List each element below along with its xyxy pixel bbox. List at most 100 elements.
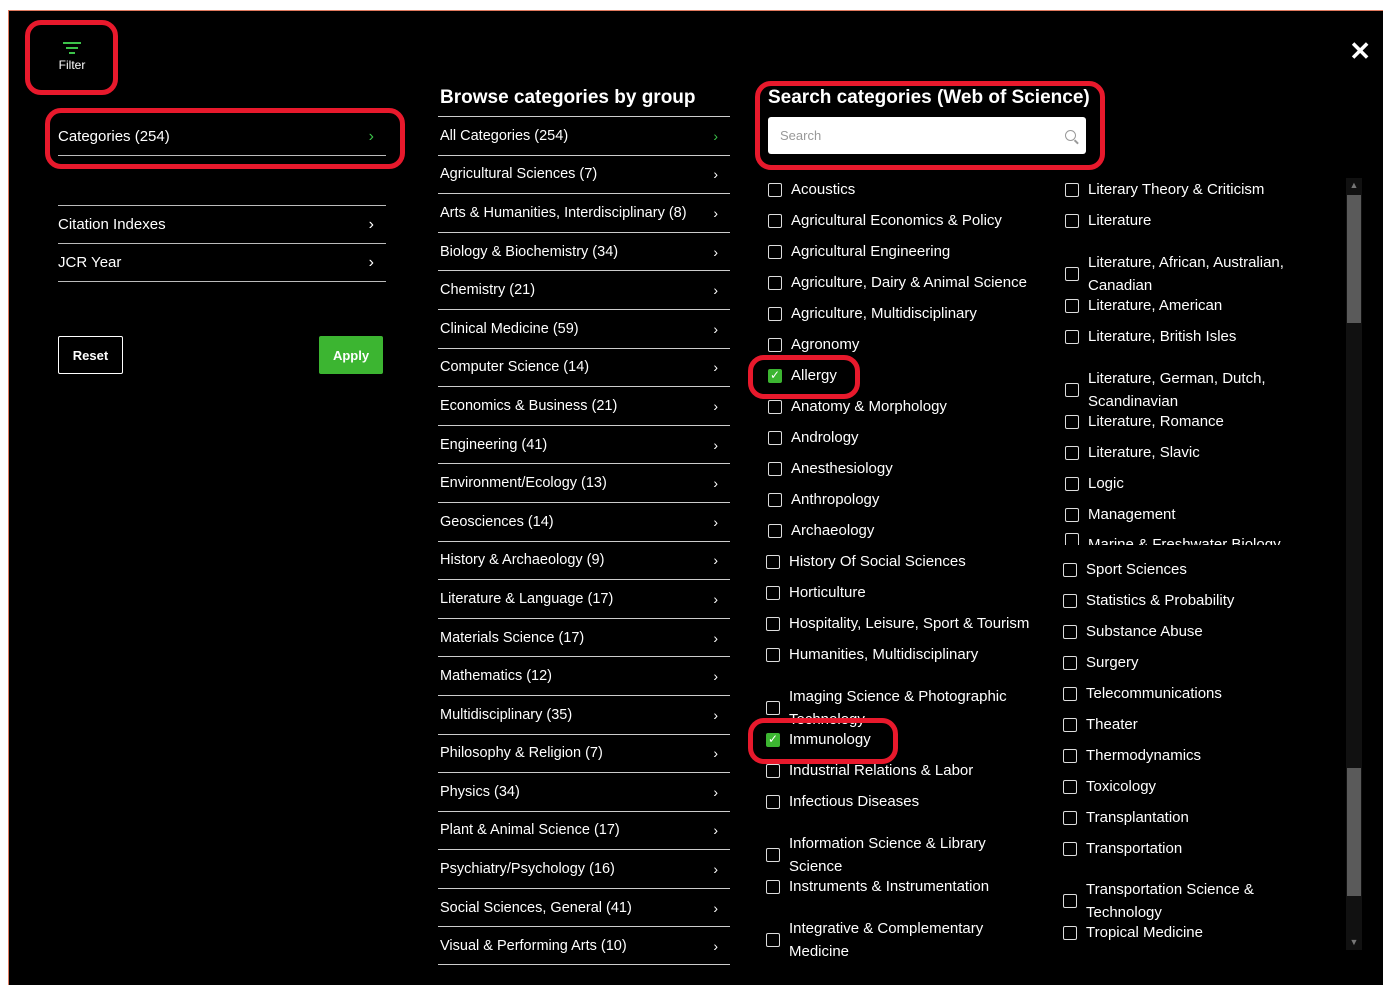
scrollbar-thumb[interactable] xyxy=(1347,195,1361,323)
checkbox-icon[interactable] xyxy=(1063,810,1077,825)
checkbox-icon[interactable] xyxy=(766,794,780,809)
category-checkbox-item[interactable]: History Of Social Sciences xyxy=(766,550,1031,573)
category-checkbox-item[interactable]: Literature, German, Dutch, Scandinavian xyxy=(1065,367,1305,413)
category-checkbox-item[interactable]: Hospitality, Leisure, Sport & Tourism xyxy=(766,612,1031,635)
checkbox-icon[interactable] xyxy=(768,275,782,290)
category-checkbox-item[interactable]: Anthropology xyxy=(768,488,1033,511)
group-item[interactable]: Philosophy & Religion (7) › xyxy=(438,733,730,773)
group-item[interactable]: Computer Science (14) › xyxy=(438,347,730,387)
checkbox-icon[interactable] xyxy=(766,616,780,631)
category-checkbox-item[interactable]: Industrial Relations & Labor xyxy=(766,759,1031,782)
checkbox-icon[interactable] xyxy=(768,337,782,352)
checkbox-icon[interactable] xyxy=(766,848,780,862)
group-item[interactable]: Chemistry (21) › xyxy=(438,270,730,309)
category-checkbox-item[interactable]: Literature, Slavic xyxy=(1065,441,1305,464)
category-checkbox-item[interactable]: Information Science & Library Science xyxy=(766,832,1031,878)
group-item[interactable]: Literature & Language (17) › xyxy=(438,579,730,618)
checkbox-icon[interactable] xyxy=(1063,593,1077,608)
checkbox-icon[interactable] xyxy=(768,182,782,197)
category-checkbox-item[interactable]: Transportation Science & Technology xyxy=(1063,878,1303,924)
group-item[interactable]: Biology & Biochemistry (34) › xyxy=(438,231,730,271)
nav-citation-indexes[interactable]: Citation Indexes › xyxy=(58,206,386,244)
group-item[interactable]: Physics (34) › xyxy=(438,772,730,811)
category-checkbox-item[interactable]: Agriculture, Multidisciplinary xyxy=(768,302,1033,325)
checkbox-checked-icon[interactable]: ✓ xyxy=(766,732,780,747)
category-checkbox-item[interactable]: Andrology xyxy=(768,426,1033,449)
category-checkbox-item[interactable]: Transportation xyxy=(1063,837,1303,860)
checkbox-icon[interactable] xyxy=(1065,414,1079,429)
checkbox-icon[interactable] xyxy=(1063,925,1077,940)
apply-button[interactable]: Apply xyxy=(319,336,383,374)
category-checkbox-item[interactable]: Imaging Science & Photographic Technolog… xyxy=(766,685,1031,731)
checkbox-icon[interactable] xyxy=(1063,655,1077,670)
checkbox-icon[interactable] xyxy=(1063,748,1077,763)
scroll-down-icon[interactable]: ▼ xyxy=(1347,937,1361,947)
group-item[interactable]: Psychiatry/Psychology (16) › xyxy=(438,849,730,888)
checkbox-checked-icon[interactable]: ✓ xyxy=(768,368,782,383)
category-checkbox-item[interactable]: Literary Theory & Criticism xyxy=(1065,178,1305,201)
category-checkbox-item[interactable]: Infectious Diseases xyxy=(766,790,1031,813)
checkbox-icon[interactable] xyxy=(768,461,782,476)
category-checkbox-item[interactable]: Toxicology xyxy=(1063,775,1303,798)
category-checkbox-item[interactable]: Substance Abuse xyxy=(1063,620,1303,643)
checkbox-icon[interactable] xyxy=(1065,213,1079,228)
close-icon[interactable]: ✕ xyxy=(1349,38,1371,64)
category-checkbox-item[interactable]: Sport Sciences xyxy=(1063,558,1303,581)
category-checkbox-item[interactable]: Marine & Freshwater Biology xyxy=(1065,533,1305,545)
checkbox-icon[interactable] xyxy=(768,492,782,507)
group-item[interactable]: Social Sciences, General (41) › xyxy=(438,887,730,927)
group-item[interactable]: Engineering (41) › xyxy=(438,424,730,464)
category-checkbox-item[interactable]: Literature, American xyxy=(1065,294,1305,317)
checkbox-icon[interactable] xyxy=(766,647,780,662)
checkbox-icon[interactable] xyxy=(766,554,780,569)
scrollbar-thumb[interactable] xyxy=(1347,768,1361,896)
category-checkbox-item[interactable]: Archaeology xyxy=(768,519,1033,542)
search-field[interactable] xyxy=(768,117,1086,154)
group-item[interactable]: Clinical Medicine (59) › xyxy=(438,308,730,348)
category-checkbox-item[interactable]: Statistics & Probability xyxy=(1063,589,1303,612)
checkbox-icon[interactable] xyxy=(768,430,782,445)
checkbox-icon[interactable] xyxy=(1063,562,1077,577)
category-checkbox-item[interactable]: ✓ Immunology xyxy=(766,728,1031,751)
checkbox-icon[interactable] xyxy=(1063,779,1077,794)
category-checkbox-item[interactable]: Agricultural Economics & Policy xyxy=(768,209,1033,232)
category-checkbox-item[interactable]: Acoustics xyxy=(768,178,1033,201)
group-item[interactable]: Arts & Humanities, Interdisciplinary (8)… xyxy=(438,193,730,232)
group-item[interactable]: Economics & Business (21) › xyxy=(438,386,730,425)
filter-toggle-button[interactable]: Filter xyxy=(36,30,108,88)
checkbox-icon[interactable] xyxy=(768,399,782,414)
category-checkbox-item[interactable]: Horticulture xyxy=(766,581,1031,604)
category-checkbox-item[interactable]: Humanities, Multidisciplinary xyxy=(766,643,1031,666)
checkbox-icon[interactable] xyxy=(1065,267,1079,281)
category-checkbox-item[interactable]: Management xyxy=(1065,503,1305,526)
group-item[interactable]: Materials Science (17) › xyxy=(438,617,730,657)
checkbox-icon[interactable] xyxy=(1065,533,1079,545)
checkbox-icon[interactable] xyxy=(1065,329,1079,344)
group-item[interactable]: Mathematics (12) › xyxy=(438,656,730,695)
nav-jcr-year[interactable]: JCR Year › xyxy=(58,244,386,282)
reset-button[interactable]: Reset xyxy=(58,336,123,374)
category-checkbox-item[interactable]: Surgery xyxy=(1063,651,1303,674)
checkbox-icon[interactable] xyxy=(1065,383,1079,397)
category-checkbox-item[interactable]: Tropical Medicine xyxy=(1063,921,1303,944)
category-checkbox-item[interactable]: Literature, African, Australian, Canadia… xyxy=(1065,251,1305,297)
checkbox-icon[interactable] xyxy=(766,933,780,947)
category-checkbox-item[interactable]: Instruments & Instrumentation xyxy=(766,875,1031,898)
category-checkbox-item[interactable]: Anesthesiology xyxy=(768,457,1033,480)
category-checkbox-item[interactable]: Agriculture, Dairy & Animal Science xyxy=(768,271,1033,294)
checkbox-icon[interactable] xyxy=(766,701,780,715)
group-item[interactable]: History & Archaeology (9) › xyxy=(438,540,730,580)
category-checkbox-item[interactable]: Agronomy xyxy=(768,333,1033,356)
group-item[interactable]: Environment/Ecology (13) › xyxy=(438,463,730,502)
checkbox-icon[interactable] xyxy=(1063,686,1077,701)
checkbox-icon[interactable] xyxy=(766,879,780,894)
checkbox-icon[interactable] xyxy=(1065,507,1079,522)
checkbox-icon[interactable] xyxy=(766,585,780,600)
group-item[interactable]: Agricultural Sciences (7) › xyxy=(438,154,730,194)
checkbox-icon[interactable] xyxy=(1063,717,1077,732)
category-checkbox-item[interactable]: Literature, Romance xyxy=(1065,410,1305,433)
checkbox-icon[interactable] xyxy=(768,523,782,538)
group-item[interactable]: Plant & Animal Science (17) › xyxy=(438,810,730,850)
checkbox-icon[interactable] xyxy=(1063,894,1077,908)
checkbox-icon[interactable] xyxy=(1065,298,1079,313)
